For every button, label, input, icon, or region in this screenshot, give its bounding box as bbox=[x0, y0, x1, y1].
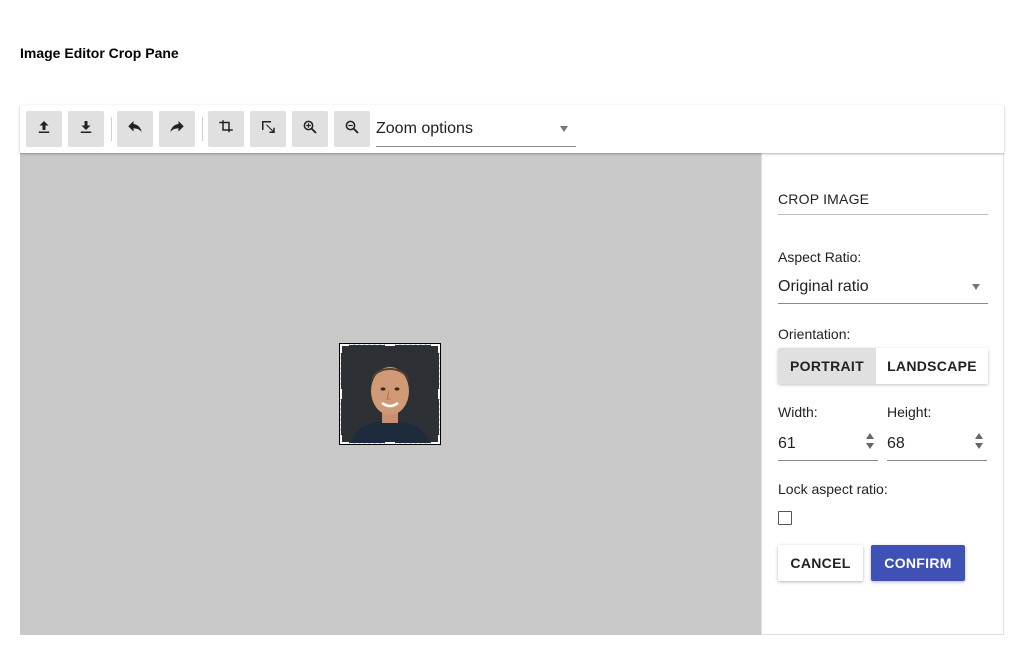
crop-handle-bottom-left[interactable] bbox=[340, 434, 350, 444]
toolbar-divider bbox=[111, 117, 112, 141]
resize-button[interactable] bbox=[250, 111, 286, 147]
download-button[interactable] bbox=[68, 111, 104, 147]
height-stepper[interactable] bbox=[975, 433, 983, 449]
orientation-landscape-button[interactable]: LANDSCAPE bbox=[876, 348, 988, 384]
zoom-out-icon bbox=[343, 118, 361, 141]
orientation-label: Orientation: bbox=[778, 326, 851, 342]
lock-aspect-ratio-label: Lock aspect ratio: bbox=[778, 481, 888, 497]
crop-handle-right[interactable] bbox=[430, 389, 440, 399]
spin-down-icon[interactable] bbox=[866, 443, 874, 449]
aspect-ratio-value: Original ratio bbox=[778, 278, 869, 295]
aspect-ratio-select[interactable]: Original ratio bbox=[778, 276, 988, 304]
download-icon bbox=[77, 118, 95, 141]
redo-icon bbox=[168, 118, 186, 141]
orientation-toggle: PORTRAIT LANDSCAPE bbox=[778, 348, 988, 384]
crop-handle-bottom[interactable] bbox=[385, 434, 395, 444]
confirm-button[interactable]: CONFIRM bbox=[871, 545, 965, 581]
image-editor: Zoom options CROP IMAGE Aspect Ratio: Or… bbox=[20, 105, 1004, 635]
width-label: Width: bbox=[778, 404, 818, 420]
crop-handle-bottom-right[interactable] bbox=[430, 434, 440, 444]
chevron-down-icon bbox=[560, 126, 568, 132]
crop-handle-top-right[interactable] bbox=[430, 344, 440, 354]
zoom-out-button[interactable] bbox=[334, 111, 370, 147]
upload-button[interactable] bbox=[26, 111, 62, 147]
crop-icon bbox=[217, 118, 235, 141]
height-input[interactable]: 68 bbox=[887, 431, 987, 461]
image-canvas[interactable] bbox=[20, 153, 761, 635]
crop-frame[interactable] bbox=[339, 343, 441, 445]
crop-handle-top[interactable] bbox=[385, 344, 395, 354]
page-title: Image Editor Crop Pane bbox=[20, 45, 179, 61]
lock-aspect-ratio-checkbox[interactable] bbox=[778, 511, 792, 525]
spin-up-icon[interactable] bbox=[866, 433, 874, 439]
height-value: 68 bbox=[887, 435, 905, 452]
crop-panel: CROP IMAGE Aspect Ratio: Original ratio … bbox=[761, 153, 1004, 635]
crop-panel-title: CROP IMAGE bbox=[778, 191, 988, 215]
resize-icon bbox=[259, 118, 277, 141]
width-input[interactable]: 61 bbox=[778, 431, 878, 461]
toolbar-divider bbox=[202, 117, 203, 141]
zoom-options-value: Zoom options bbox=[376, 120, 473, 137]
aspect-ratio-label: Aspect Ratio: bbox=[778, 249, 862, 265]
orientation-portrait-button[interactable]: PORTRAIT bbox=[778, 348, 876, 384]
width-value: 61 bbox=[778, 435, 796, 452]
toolbar: Zoom options bbox=[20, 105, 1004, 153]
undo-icon bbox=[126, 118, 144, 141]
chevron-down-icon bbox=[972, 284, 980, 290]
crop-handle-top-left[interactable] bbox=[340, 344, 350, 354]
spin-down-icon[interactable] bbox=[975, 443, 983, 449]
zoom-options-select[interactable]: Zoom options bbox=[376, 113, 576, 147]
cancel-button[interactable]: CANCEL bbox=[778, 545, 863, 581]
zoom-in-button[interactable] bbox=[292, 111, 328, 147]
spin-up-icon[interactable] bbox=[975, 433, 983, 439]
height-label: Height: bbox=[887, 404, 932, 420]
zoom-in-icon bbox=[301, 118, 319, 141]
crop-handle-left[interactable] bbox=[340, 389, 350, 399]
crop-button[interactable] bbox=[208, 111, 244, 147]
redo-button[interactable] bbox=[159, 111, 195, 147]
upload-icon bbox=[35, 118, 53, 141]
undo-button[interactable] bbox=[117, 111, 153, 147]
width-stepper[interactable] bbox=[866, 433, 874, 449]
